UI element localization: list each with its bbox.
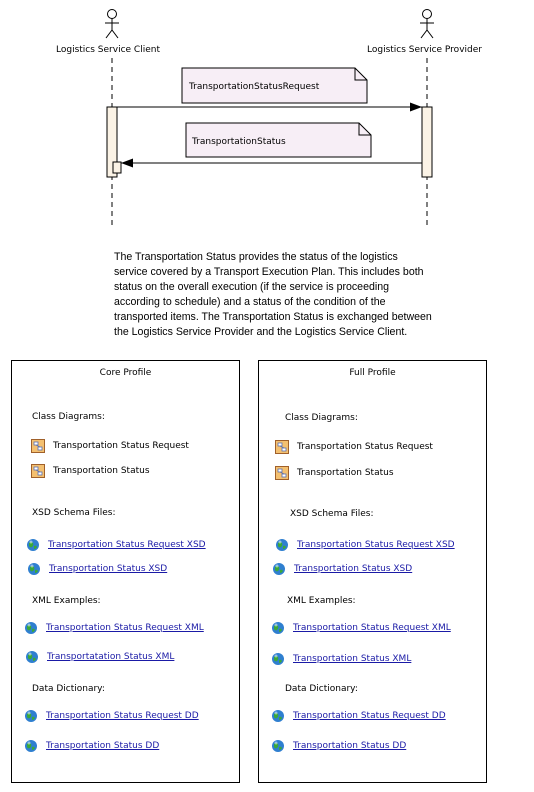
core-xsd-link[interactable]: Transportation Status XSD <box>27 561 167 577</box>
full-class-label: Transportation Status <box>297 468 394 478</box>
core-xsd-link[interactable]: Transportation Status Request XSD <box>26 537 206 553</box>
full-dd-link-label[interactable]: Transportation Status Request DD <box>293 711 446 721</box>
full-xsd-link[interactable]: Transportation Status XSD <box>272 561 412 577</box>
globe-icon <box>27 539 39 551</box>
full-xml-heading: XML Examples: <box>287 596 356 606</box>
core-xml-link-label[interactable]: Transportatation Status XML <box>47 652 174 662</box>
core-class-item[interactable]: Transportation Status Request <box>31 438 189 454</box>
core-xsd-heading: XSD Schema Files: <box>32 508 116 518</box>
globe-icon <box>272 653 284 665</box>
client-label: Logistics Service Client <box>56 45 160 55</box>
request-message-arrow <box>117 102 422 112</box>
globe-icon <box>276 539 288 551</box>
core-xsd-link-label[interactable]: Transportation Status Request XSD <box>48 540 206 550</box>
globe-icon <box>272 740 284 752</box>
full-xml-link-label[interactable]: Transportation Status XML <box>293 654 411 664</box>
core-dd-link-label[interactable]: Transportation Status Request DD <box>46 711 199 721</box>
core-xml-heading: XML Examples: <box>32 596 101 606</box>
globe-icon <box>272 622 284 634</box>
full-xsd-link-label[interactable]: Transportation Status XSD <box>294 564 412 574</box>
core-class-heading: Class Diagrams: <box>32 412 105 422</box>
class-diagram-icon <box>275 466 289 480</box>
globe-icon <box>273 563 285 575</box>
full-dd-heading: Data Dictionary: <box>285 684 358 694</box>
request-message-label: TransportationStatusRequest <box>189 82 320 92</box>
full-dd-link[interactable]: Transportation Status Request DD <box>271 708 446 724</box>
core-dd-link[interactable]: Transportation Status DD <box>24 738 159 754</box>
core-class-label: Transportation Status <box>53 466 150 476</box>
status-message-arrow <box>121 158 422 168</box>
core-profile-panel: Core Profile Class Diagrams: Transportat… <box>11 360 240 783</box>
core-class-label: Transportation Status Request <box>53 441 189 451</box>
description-text: The Transportation Status provides the s… <box>114 251 432 338</box>
provider-actor-icon <box>420 9 434 39</box>
class-diagram-icon <box>31 464 45 478</box>
core-xml-link[interactable]: Transportation Status Request XML <box>24 620 204 636</box>
class-diagram-icon <box>275 440 289 454</box>
globe-icon <box>25 622 37 634</box>
globe-icon <box>25 740 37 752</box>
core-dd-link[interactable]: Transportation Status Request DD <box>24 708 199 724</box>
status-message-label: TransportationStatus <box>192 137 286 147</box>
full-dd-link-label[interactable]: Transportation Status DD <box>293 741 406 751</box>
client-sub-activation <box>112 161 122 174</box>
provider-label: Logistics Service Provider <box>367 45 482 55</box>
client-actor-icon <box>105 9 119 39</box>
full-xml-link[interactable]: Transportation Status Request XML <box>271 620 451 636</box>
full-class-item[interactable]: Transportation Status Request <box>275 439 433 455</box>
core-class-item[interactable]: Transportation Status <box>31 463 150 479</box>
class-diagram-icon <box>31 439 45 453</box>
full-xml-link-label[interactable]: Transportation Status Request XML <box>293 623 451 633</box>
core-dd-link-label[interactable]: Transportation Status DD <box>46 741 159 751</box>
full-xml-link[interactable]: Transportation Status XML <box>271 651 411 667</box>
sequence-diagram <box>105 9 434 228</box>
core-xsd-link-label[interactable]: Transportation Status XSD <box>49 564 167 574</box>
globe-icon <box>28 563 40 575</box>
full-profile-panel: Full Profile Class Diagrams: Transportat… <box>258 360 487 783</box>
globe-icon <box>25 710 37 722</box>
full-xsd-heading: XSD Schema Files: <box>290 509 374 519</box>
full-xsd-link-label[interactable]: Transportation Status Request XSD <box>297 540 455 550</box>
full-xsd-link[interactable]: Transportation Status Request XSD <box>275 537 455 553</box>
full-dd-link[interactable]: Transportation Status DD <box>271 738 406 754</box>
core-profile-title: Core Profile <box>99 368 152 378</box>
globe-icon <box>272 710 284 722</box>
full-class-item[interactable]: Transportation Status <box>275 465 394 481</box>
full-class-label: Transportation Status Request <box>297 442 433 452</box>
core-xml-link-label[interactable]: Transportation Status Request XML <box>46 623 204 633</box>
provider-activation <box>421 106 433 178</box>
globe-icon <box>26 651 38 663</box>
full-class-heading: Class Diagrams: <box>285 413 358 423</box>
core-xml-link[interactable]: Transportatation Status XML <box>25 649 174 665</box>
full-profile-title: Full Profile <box>349 368 396 378</box>
core-dd-heading: Data Dictionary: <box>32 684 105 694</box>
